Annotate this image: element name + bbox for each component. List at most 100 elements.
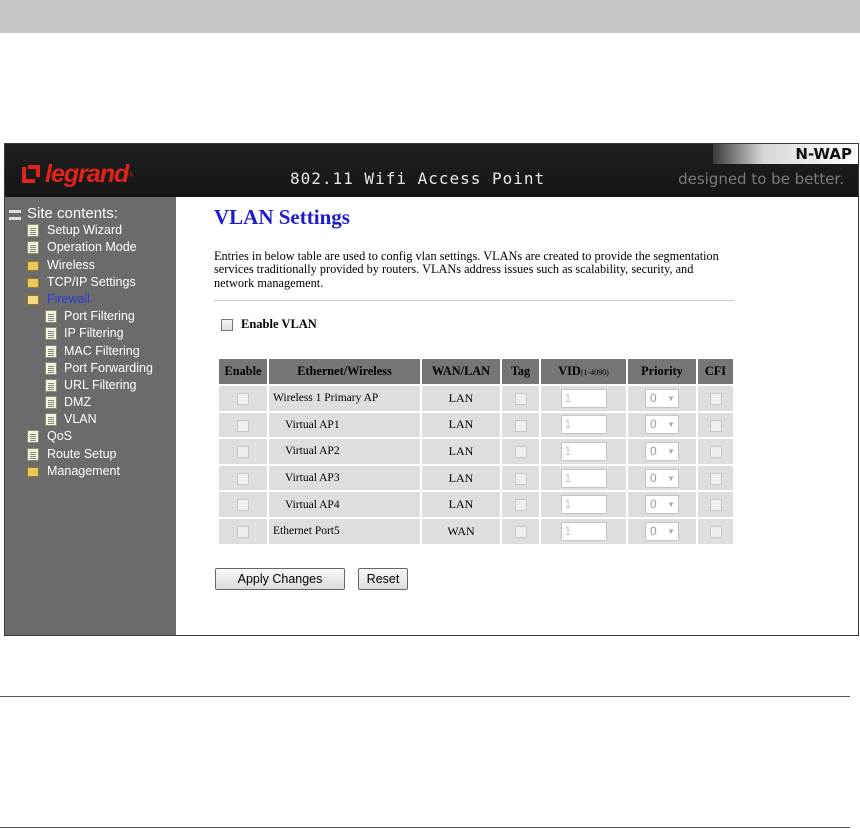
page-rule-bottom (0, 827, 850, 828)
priority-select[interactable]: 0 ▼ (645, 521, 679, 541)
tag-checkbox[interactable] (514, 393, 527, 406)
cfi-checkbox[interactable] (709, 499, 722, 512)
sidebar-item-ip-filtering[interactable]: IP Filtering (5, 325, 176, 342)
chevron-down-icon: ▼ (667, 526, 675, 536)
tagline: designed to be better. (678, 170, 844, 188)
chevron-down-icon: ▼ (667, 393, 675, 403)
tag-checkbox[interactable] (514, 499, 527, 512)
enable-vlan-row: Enable VLAN (221, 317, 317, 332)
interface-name: Ethernet Port5 (269, 518, 420, 544)
sidebar-item-firewall[interactable]: Firewall (5, 291, 176, 308)
row-enable-checkbox[interactable] (237, 419, 249, 432)
tag-checkbox[interactable] (514, 419, 527, 432)
chevron-down-icon: ▼ (667, 473, 675, 483)
document-icon (45, 361, 57, 375)
vid-cell: 1 (541, 439, 626, 464)
tag-checkbox[interactable] (514, 472, 527, 485)
tag-checkbox[interactable] (514, 446, 527, 459)
cfi-checkbox[interactable] (709, 472, 722, 485)
sidebar-item-tcpip-settings[interactable]: TCP/IP Settings (5, 274, 176, 291)
priority-select[interactable]: 0 ▼ (645, 495, 679, 515)
sidebar-item-vlan[interactable]: VLAN (5, 411, 176, 428)
priority-value: 0 (650, 417, 657, 432)
sidebar-item-dmz[interactable]: DMZ (5, 394, 176, 411)
priority-select[interactable]: 0 ▼ (645, 441, 679, 461)
row-enable-checkbox[interactable] (237, 472, 249, 485)
row-enable-checkbox[interactable] (237, 526, 249, 539)
row-enable-checkbox[interactable] (237, 393, 249, 406)
sidebar-item-url-filtering[interactable]: URL Filtering (5, 377, 176, 394)
sidebar-item-operation-mode[interactable]: Operation Mode (5, 239, 176, 256)
document-icon (27, 241, 39, 255)
sidebar-item-wireless[interactable]: Wireless (5, 257, 176, 274)
vid-cell: 1 (541, 518, 626, 544)
col-header-tag: Tag (502, 359, 539, 384)
priority-value: 0 (650, 443, 657, 458)
legrand-logo: legrand ® (22, 160, 134, 189)
document-icon (45, 378, 57, 392)
sidebar-item-qos[interactable]: QoS (5, 428, 176, 445)
document-icon (27, 447, 39, 461)
page-title: VLAN Settings (214, 205, 350, 229)
col-header-enable: Enable (219, 359, 267, 384)
network-icon (9, 210, 21, 220)
table-row: Virtual AP2 LAN 1 0 ▼ (219, 439, 733, 464)
top-band (0, 0, 860, 33)
priority-value: 0 (650, 523, 657, 538)
sidebar-item-setup-wizard[interactable]: Setup Wizard (5, 222, 176, 239)
reset-button[interactable]: Reset (358, 568, 408, 590)
document-icon (45, 310, 57, 324)
chevron-down-icon: ▼ (667, 446, 675, 456)
sidebar-item-port-filtering[interactable]: Port Filtering (5, 308, 176, 325)
table-row: Ethernet Port5 WAN 1 0 ▼ (219, 518, 733, 544)
cfi-checkbox[interactable] (709, 419, 722, 432)
vid-input[interactable]: 1 (560, 521, 607, 541)
priority-cell: 0 ▼ (628, 465, 696, 491)
priority-select[interactable]: 0 ▼ (645, 388, 679, 408)
interface-name: Wireless 1 Primary AP (269, 386, 420, 411)
priority-select[interactable]: 0 ▼ (645, 468, 679, 488)
folder-open-icon (27, 294, 39, 305)
priority-select[interactable]: 0 ▼ (645, 415, 679, 435)
sidebar-item-label: Port Filtering (64, 309, 135, 324)
enable-vlan-checkbox[interactable] (221, 318, 233, 331)
sidebar-item-mac-filtering[interactable]: MAC Filtering (5, 343, 176, 360)
document-icon (45, 413, 57, 427)
cfi-cell (698, 386, 733, 411)
document-icon (27, 430, 39, 444)
sidebar-item-label: URL Filtering (64, 377, 137, 392)
row-enable-checkbox[interactable] (237, 446, 249, 459)
vid-input[interactable]: 1 (560, 388, 607, 408)
sidebar-item-label: Wireless (47, 257, 95, 272)
table-row: Wireless 1 Primary AP LAN 1 0 ▼ (219, 386, 733, 411)
document-icon (45, 396, 57, 410)
cfi-checkbox[interactable] (709, 393, 722, 406)
tag-checkbox[interactable] (514, 526, 527, 539)
vid-input[interactable]: 1 (560, 468, 607, 488)
cfi-checkbox[interactable] (709, 446, 722, 459)
sidebar-item-management[interactable]: Management (5, 463, 176, 480)
sidebar-item-label: TCP/IP Settings (47, 274, 136, 289)
document-icon (45, 327, 57, 341)
vid-header-range: (1-4090) (580, 368, 609, 377)
cfi-checkbox[interactable] (709, 526, 722, 539)
sidebar-item-route-setup[interactable]: Route Setup (5, 446, 176, 463)
sidebar-item-port-forwarding[interactable]: Port Forwarding (5, 360, 176, 377)
col-header-cfi: CFI (698, 359, 733, 384)
legrand-logo-mark-icon (22, 164, 42, 185)
vid-input[interactable]: 1 (560, 495, 607, 515)
row-enable-checkbox[interactable] (237, 499, 249, 512)
interface-name: Virtual AP2 (269, 439, 420, 464)
wan-lan-value: LAN (422, 439, 500, 464)
vid-input[interactable]: 1 (560, 441, 607, 461)
priority-value: 0 (650, 497, 657, 512)
vid-input[interactable]: 1 (560, 415, 607, 435)
enable-vlan-label: Enable VLAN (241, 317, 317, 331)
sidebar-item-label: Management (47, 463, 120, 478)
chevron-down-icon: ▼ (667, 500, 675, 510)
registered-mark: ® (128, 170, 134, 179)
apply-changes-button[interactable]: Apply Changes (215, 568, 345, 590)
sidebar-item-label: Setup Wizard (47, 223, 123, 238)
tag-cell (502, 492, 539, 517)
cfi-cell (698, 492, 733, 517)
